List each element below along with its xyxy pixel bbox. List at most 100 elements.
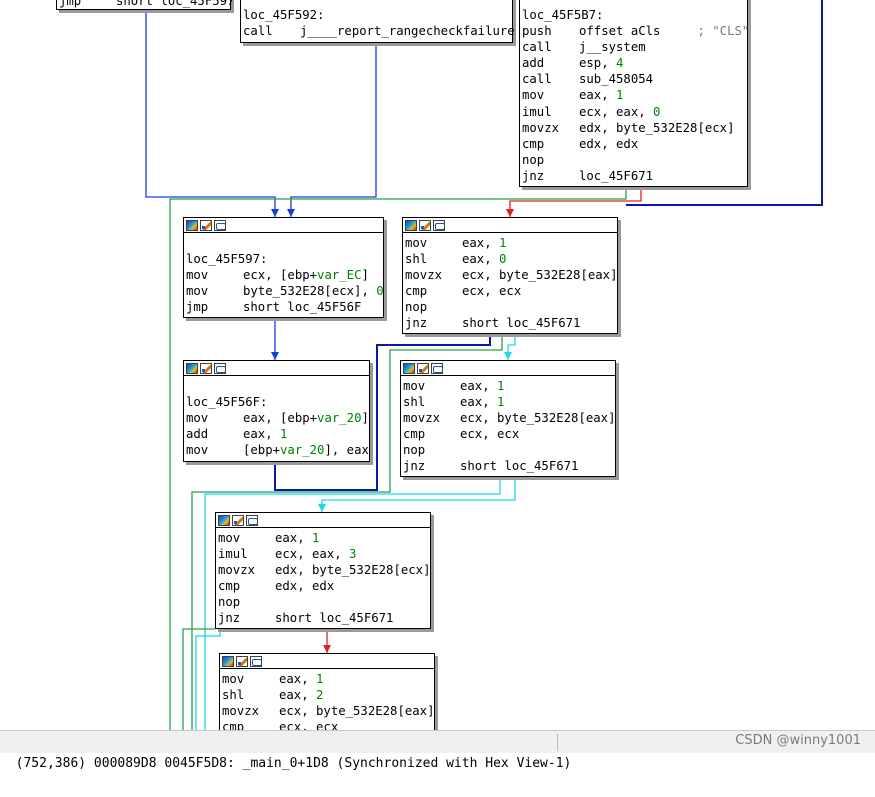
asm-line[interactable]: jnz loc_45F671 [522,168,747,184]
asm-line[interactable]: shl eax, 0 [405,251,617,267]
graph-color-icon[interactable] [186,219,198,231]
asm-line[interactable]: loc_45F597: [186,251,383,267]
asm-operand: short loc_45F56F [243,300,362,315]
graph-color-icon[interactable] [403,362,415,374]
asm-line[interactable]: jmp short loc_45F597 [59,0,234,9]
asm-line[interactable]: jnz short loc_45F671 [405,315,617,331]
edge-jnz-false-imul-arrowhead [323,645,331,653]
asm-line[interactable]: cmp edx, edx [522,136,747,152]
asm-operand: eax, [462,236,500,250]
asm-line[interactable] [186,378,369,394]
asm-line[interactable] [186,235,383,251]
code-block-loc-45f56f[interactable]: loc_45F56F: mov eax, [ebp+var_20] add eax, 1… [183,360,370,462]
edit-pencil-icon[interactable] [417,362,429,374]
code-block-shl-eax-1[interactable]: mov eax, 1 shl eax, 1 movzx ecx, byte_532E28[… [400,360,616,477]
comment-icon[interactable] [433,219,445,231]
comment-icon[interactable] [214,362,226,374]
asm-line[interactable]: nop [403,442,615,458]
asm-line[interactable]: mov [ebp+var_20], eax [186,442,369,458]
asm-mnemonic: movzx [218,563,256,578]
asm-line[interactable]: add eax, 1 [186,426,369,442]
graph-color-icon[interactable] [222,655,234,667]
asm-line[interactable]: movzx ecx, byte_532E28[eax] [403,410,615,426]
asm-line[interactable]: nop [218,594,430,610]
asm-line[interactable]: mov eax, [ebp+var_20] [186,410,369,426]
asm-line[interactable]: shl eax, 1 [403,394,615,410]
asm-line[interactable]: jnz short loc_45F671 [403,458,615,474]
edge-shl1-false-arrowhead [318,504,326,512]
asm-operand: eax, [460,395,498,410]
asm-line[interactable]: movzx ecx, byte_532E28[eax] [405,267,617,283]
edge-loc-45f597-to-loc-45f56f-arrowhead [271,352,279,360]
comment-icon[interactable] [246,514,258,526]
asm-line[interactable]: mov eax, 1 [218,530,430,546]
asm-line[interactable]: movzx edx, byte_532E28[ecx] [218,562,430,578]
code-block-shl-eax-2[interactable]: mov eax, 1 shl eax, 2 movzx ecx, byte_532E28[… [219,653,435,730]
edge-imul3-cyan [195,629,221,730]
edit-pencil-icon[interactable] [236,655,248,667]
asm-mnemonic: imul [218,547,248,562]
asm-label: loc_45F592: [243,8,325,22]
asm-line[interactable]: push offset aCls ; "CLS" [522,23,749,39]
asm-line[interactable]: imul ecx, eax, 0 [522,104,747,120]
asm-line[interactable]: jnz short loc_45F671 [218,610,430,626]
asm-line[interactable]: loc_45F5B7: [522,7,747,23]
asm-mnemonic: cmp [222,720,245,730]
asm-line[interactable]: mov eax, 1 [403,378,615,394]
asm-line[interactable]: mov eax, 1 [405,235,617,251]
graph-color-icon[interactable] [218,514,230,526]
asm-line[interactable]: nop [405,299,617,315]
asm-line[interactable]: mov eax, 1 [222,671,434,687]
asm-line[interactable]: shl eax, 2 [222,687,434,703]
asm-line[interactable]: mov eax, 1 [522,87,747,103]
asm-operand: var_EC [317,268,362,283]
edge-call-to-loc-45f597-arrowhead [287,209,295,217]
asm-line[interactable]: call j____report_rangecheckfailure [243,23,515,39]
asm-line[interactable]: cmp ecx, ecx [405,283,617,299]
asm-line[interactable]: jmp short loc_45F56F [186,299,383,315]
asm-line[interactable]: call j__system [522,39,747,55]
code-block-imul-3[interactable]: mov eax, 1 imul ecx, eax, 3 movzx edx, byte_5… [215,512,431,629]
edit-pencil-icon[interactable] [232,514,244,526]
asm-mnemonic: push [522,24,552,39]
code-block-shl-eax-0[interactable]: mov eax, 1 shl eax, 0 movzx ecx, byte_532E28[… [402,217,618,334]
asm-line[interactable]: mov byte_532E28[ecx], 0 [186,283,384,299]
edit-pencil-icon[interactable] [419,219,431,231]
asm-line[interactable]: cmp edx, edx [218,578,430,594]
edge-jnz-false-top [509,187,642,217]
asm-line[interactable]: cmp ecx, ecx [403,426,615,442]
comment-icon[interactable] [214,219,226,231]
asm-label: loc_45F56F: [186,395,268,410]
code-block-loc-45f597[interactable]: loc_45F597: mov ecx, [ebp+var_EC] mov byte_5… [183,217,384,318]
code-block-loc-45f592[interactable]: loc_45F592: call j____report_rangecheckfai… [240,0,515,43]
asm-operand: 0 [376,284,384,299]
asm-line[interactable]: loc_45F56F: [186,394,369,410]
asm-line[interactable]: movzx edx, byte_532E28[ecx] [522,120,747,136]
graph-color-icon[interactable] [186,362,198,374]
comment-icon[interactable] [431,362,443,374]
asm-line[interactable]: call sub_458054 [522,71,747,87]
graph-color-icon[interactable] [405,219,417,231]
asm-line[interactable]: imul ecx, eax, 3 [218,546,430,562]
asm-operand: ecx, byte_532E28[eax] [460,411,616,426]
asm-line[interactable]: loc_45F592: [243,7,512,23]
asm-operand: 0 [653,104,661,119]
asm-line[interactable]: cmp ecx, ecx [222,719,434,730]
code-block-jmp-loc-45f597[interactable]: jmp short loc_45F597 [56,0,234,10]
comment-icon[interactable] [250,655,262,667]
asm-mnemonic: add [186,427,209,442]
edit-pencil-icon[interactable] [200,362,212,374]
graph-view[interactable]: jmp short loc_45F597 loc_45F592: call j____… [0,0,875,730]
asm-mnemonic: shl [222,688,245,703]
asm-operand: [ebp+ [243,443,281,458]
code-block-loc-45f5b7[interactable]: loc_45F5B7: push offset aCls ; "CLS" call j_… [519,0,749,187]
asm-line[interactable]: nop [522,152,747,168]
asm-mnemonic: jmp [59,0,82,8]
asm-line[interactable]: add esp, 4 [522,55,747,71]
asm-line[interactable]: movzx ecx, byte_532E28[eax] [222,703,434,719]
asm-mnemonic: movzx [403,411,441,426]
edit-pencil-icon[interactable] [200,219,212,231]
asm-operand: ecx, byte_532E28[eax] [279,704,435,719]
asm-operand: 0 [499,252,507,267]
asm-line[interactable]: mov ecx, [ebp+var_EC] [186,267,383,283]
